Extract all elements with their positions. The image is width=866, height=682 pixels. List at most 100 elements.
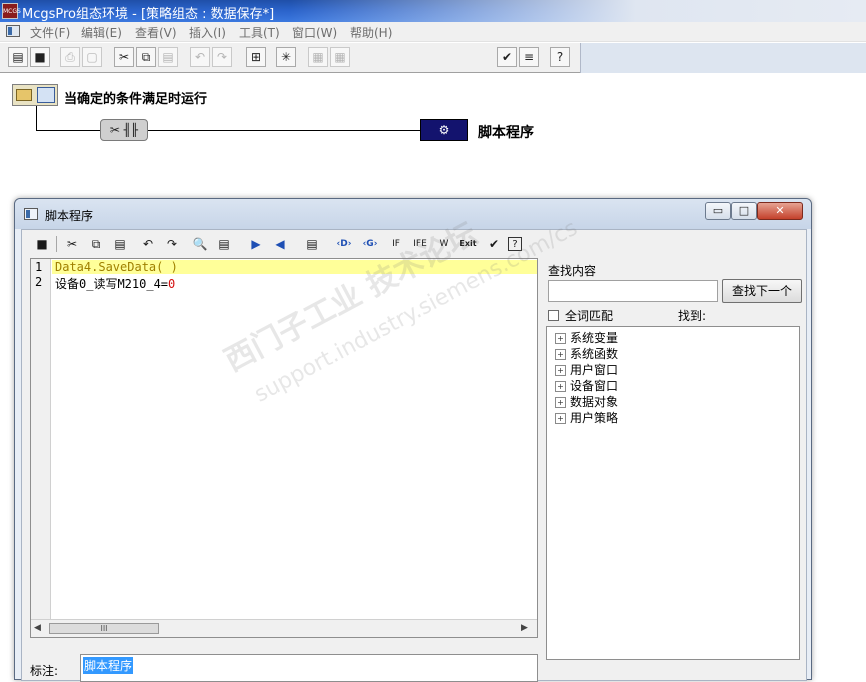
match-whole-word-checkbox[interactable] [548,310,559,321]
undo-icon[interactable]: ↶ [190,47,210,67]
menu-edit[interactable]: 编辑(E) [81,24,122,41]
close-button[interactable]: ✕ [757,202,803,220]
replace-icon[interactable]: ▤ [214,235,234,253]
minimize-button[interactable]: ▭ [705,202,731,220]
condition-switch-icon[interactable]: ✂ ╢╟ [100,119,148,141]
menu-insert[interactable]: 插入(I) [189,24,226,41]
tree-item-user-windows[interactable]: + 用户窗口 [555,361,618,377]
block2-icon[interactable]: ▦ [330,47,350,67]
expand-icon[interactable]: + [555,365,566,376]
maximize-button[interactable]: □ [731,202,757,220]
connector-line-vertical [36,106,37,130]
if-else-icon[interactable]: IFE [410,235,430,253]
menu-tools[interactable]: 工具(T) [239,24,280,41]
condition-icon[interactable]: ⊞ [246,47,266,67]
if-icon[interactable]: IF [386,235,406,253]
tree-item-system-functions[interactable]: + 系统函数 [555,345,618,361]
print-preview-icon[interactable]: ▢ [82,47,102,67]
expand-icon[interactable]: + [555,349,566,360]
search-title: 查找内容 [548,264,597,278]
scroll-right-icon[interactable]: ▶ [521,623,528,633]
compile-icon[interactable]: ≡ [519,47,539,67]
comment-icon[interactable]: ▤ [302,235,322,253]
object-tree: + 系统变量 + 系统函数 + 用户窗口 + 设备窗口 + 数据对象 + 用户策略 [546,326,800,660]
code-value: 0 [168,277,176,291]
toolbar-right-pane [580,43,866,73]
line-number: 2 [35,275,43,289]
export-icon[interactable]: ◀ [270,235,290,253]
expand-icon[interactable]: + [555,413,566,424]
scroll-left-icon[interactable]: ◀ [34,623,41,633]
menu-bar: 文件(F) 编辑(E) 查看(V) 插入(I) 工具(T) 窗口(W) 帮助(H… [0,22,866,42]
cut-icon[interactable]: ✂ [62,235,82,253]
paste-icon[interactable]: ▤ [110,235,130,253]
tree-item-label: 设备窗口 [570,379,619,393]
condition-label: 当确定的条件满足时运行 [64,92,208,107]
system-menu-icon[interactable] [6,25,20,37]
cut-icon[interactable]: ✂ [114,47,134,67]
redo-icon[interactable]: ↷ [162,235,182,253]
window-title: McgsPro组态环境 - [策略组态 : 数据保存*] [22,7,275,22]
paste-icon[interactable]: ▤ [158,47,178,67]
save-icon[interactable]: ■ [32,235,52,253]
code-editor[interactable]: 1 Data4.SaveData( ) 2 设备0_读写M210_4=0 ◀ I… [30,258,538,638]
code-line: 设备0_读写M210_4=0 [55,275,175,292]
note-value: 脚本程序 [83,657,134,674]
dialog-icon [24,208,38,220]
menu-file[interactable]: 文件(F) [30,24,70,41]
block-icon[interactable]: ▦ [308,47,328,67]
print-icon[interactable]: ⎙ [60,47,80,67]
menu-window[interactable]: 窗口(W) [292,24,337,41]
redo-icon[interactable]: ↷ [212,47,232,67]
script-dialog: 脚本程序 ▭ □ ✕ ■ ✂ ⧉ ▤ ↶ ↷ 🔍 ▤ ▶ ◀ ▤ ‹D› ‹G›… [14,198,812,682]
title-bar-fade [290,0,866,22]
tree-item-label: 系统函数 [570,347,619,361]
help-icon[interactable]: ? [508,237,522,251]
expand-icon[interactable]: + [555,381,566,392]
note-input[interactable]: 脚本程序 [80,654,538,682]
found-label: 找到: [678,309,707,323]
tree-item-label: 用户策略 [570,411,619,425]
help-icon[interactable]: ? [550,47,570,67]
copy-icon[interactable]: ⧉ [86,235,106,253]
copy-icon[interactable]: ⧉ [136,47,156,67]
check-icon[interactable]: ✔ [497,47,517,67]
script-node-label: 脚本程序 [478,125,534,141]
new-window-icon[interactable]: ▤ [8,47,28,67]
tree-item-label: 系统变量 [570,331,619,345]
tag-d-icon[interactable]: ‹D› [332,235,356,253]
strategy-row-icon[interactable]: ✳ [276,47,296,67]
condition-block[interactable] [12,84,58,106]
save-icon[interactable]: ■ [30,47,50,67]
editor-toolbar: ■ ✂ ⧉ ▤ ↶ ↷ 🔍 ▤ ▶ ◀ ▤ ‹D› ‹G› IF IFE W E… [26,232,546,256]
tree-item-data-objects[interactable]: + 数据对象 [555,393,618,409]
while-icon[interactable]: W [434,235,454,253]
line-number-gutter [31,259,51,619]
toolbar-separator [56,236,57,252]
search-input[interactable] [548,280,718,302]
app-icon: MCGS [2,3,21,19]
menu-help[interactable]: 帮助(H) [350,24,392,41]
main-toolbar: ▤ ■ ⎙ ▢ ✂ ⧉ ▤ ↶ ↷ ⊞ ✳ ▦ ▦ ✔ ≡ ? [0,43,866,73]
script-node-icon[interactable]: ⚙ [420,119,468,141]
tree-item-device-windows[interactable]: + 设备窗口 [555,377,618,393]
match-whole-word-label: 全词匹配 [565,309,614,323]
tree-item-system-variables[interactable]: + 系统变量 [555,329,618,345]
exit-icon[interactable]: Exit [456,235,480,253]
dialog-title-bar: 脚本程序 ▭ □ ✕ [15,199,811,229]
check-icon[interactable]: ✔ [484,235,504,253]
menu-view[interactable]: 查看(V) [135,24,177,41]
title-bar: MCGS McgsPro组态环境 - [策略组态 : 数据保存*] [0,0,866,22]
tag-g-icon[interactable]: ‹G› [358,235,382,253]
expand-icon[interactable]: + [555,397,566,408]
find-icon[interactable]: 🔍 [190,235,210,253]
import-icon[interactable]: ▶ [246,235,266,253]
scroll-thumb[interactable]: III [49,623,159,634]
tree-item-user-strategies[interactable]: + 用户策略 [555,409,618,425]
horizontal-scrollbar[interactable]: ◀ III ▶ [31,619,537,637]
undo-icon[interactable]: ↶ [138,235,158,253]
find-next-button[interactable]: 查找下一个 [722,279,802,303]
dialog-body: ■ ✂ ⧉ ▤ ↶ ↷ 🔍 ▤ ▶ ◀ ▤ ‹D› ‹G› IF IFE W E… [21,229,807,682]
expand-icon[interactable]: + [555,333,566,344]
network-icon [37,87,55,103]
